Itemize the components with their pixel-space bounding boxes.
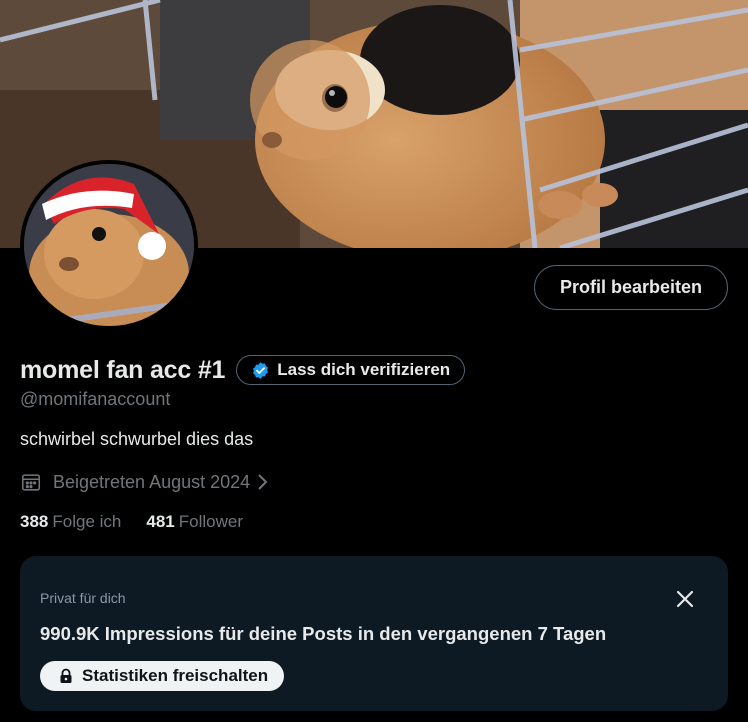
followers-count[interactable]: 481 Follower	[146, 512, 243, 532]
get-verified-button[interactable]: Lass dich verifizieren	[236, 355, 466, 385]
follow-stats: 388 Folge ich 481 Follower	[20, 512, 268, 532]
get-verified-label: Lass dich verifizieren	[277, 360, 451, 379]
display-name: momel fan acc #1	[20, 355, 226, 384]
promo-kicker: Privat für dich	[40, 590, 126, 606]
verified-badge-icon	[251, 361, 270, 380]
unlock-analytics-label: Statistiken freischalten	[82, 666, 269, 685]
calendar-icon	[20, 471, 42, 493]
analytics-promo-card: Privat für dich 990.9K Impressions für d…	[20, 556, 728, 711]
profile-avatar[interactable]	[20, 160, 198, 330]
name-row: momel fan acc #1 Lass dich verifizieren	[20, 352, 466, 388]
followers-label: Follower	[178, 512, 243, 531]
following-count[interactable]: 388 Folge ich	[20, 512, 121, 532]
profile-bio: schwirbel schwurbel dies das	[20, 429, 254, 449]
following-label: Folge ich	[52, 512, 122, 531]
followers-number: 481	[146, 512, 175, 531]
chevron-right-icon	[256, 473, 268, 491]
joined-date[interactable]: Beigetreten August 2024	[20, 469, 268, 495]
profile-handle: @momifanaccount	[20, 389, 171, 409]
lock-icon	[58, 668, 74, 684]
following-number: 388	[20, 512, 49, 531]
unlock-analytics-button[interactable]: Statistiken freischalten	[40, 661, 285, 691]
avatar-image	[24, 164, 194, 326]
edit-profile-button[interactable]: Profil bearbeiten	[534, 265, 728, 310]
close-icon[interactable]	[670, 584, 700, 614]
joined-date-label: Beigetreten August 2024	[53, 471, 251, 492]
promo-headline: 990.9K Impressions für deine Posts in de…	[40, 623, 607, 644]
